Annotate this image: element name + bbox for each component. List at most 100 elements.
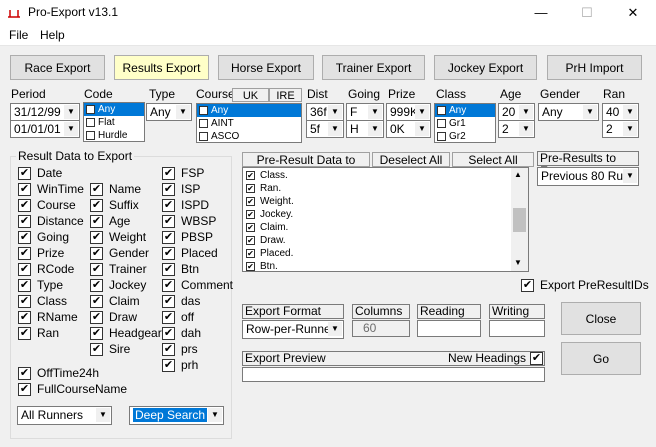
menu-file[interactable]: File: [9, 28, 28, 42]
result-field-checkbox[interactable]: ✔ OffTime24h: [18, 366, 99, 380]
class-item-any[interactable]: Any: [435, 104, 495, 117]
scrollbar[interactable]: ▲ ▼: [511, 168, 528, 271]
gender-select[interactable]: Any ▼: [538, 103, 599, 121]
new-headings-checkbox[interactable]: ✔: [530, 352, 543, 365]
result-field-checkbox[interactable]: ✔ Sire: [90, 342, 130, 356]
course-list[interactable]: Any AINT ASCO: [196, 103, 302, 143]
going-to-select[interactable]: H ▼: [346, 120, 384, 138]
checkbox-icon: [199, 106, 208, 115]
go-button[interactable]: Go: [561, 342, 641, 375]
result-field-checkbox[interactable]: ✔ Course: [18, 198, 76, 212]
pre-result-item[interactable]: ✔ Btn.: [243, 260, 511, 271]
age-from-select[interactable]: 20 ▼: [498, 103, 535, 121]
result-field-checkbox[interactable]: ✔ Date: [18, 166, 62, 180]
course-uk-tab[interactable]: UK: [232, 88, 269, 102]
pre-result-list[interactable]: ✔ Class. ✔ Ran. ✔ Weight. ✔ Jockey. ✔ Claim. ✔ Draw…: [242, 167, 529, 272]
period-from-select[interactable]: 31/12/99 ▼: [10, 103, 80, 121]
result-field-checkbox[interactable]: ✔ off: [162, 310, 194, 324]
result-field-checkbox[interactable]: ✔ Class: [18, 294, 67, 308]
course-item-asco[interactable]: ASCO: [197, 130, 301, 142]
export-format-select[interactable]: Row-per-Runner ▼: [242, 320, 344, 339]
course-ire-tab[interactable]: IRE: [269, 88, 302, 102]
search-mode-select[interactable]: Deep Search ▼: [129, 406, 224, 425]
result-field-checkbox[interactable]: ✔ RName: [18, 310, 78, 324]
jockey-export-button[interactable]: Jockey Export: [434, 55, 537, 80]
horse-export-button[interactable]: Horse Export: [218, 55, 314, 80]
course-item-any[interactable]: Any: [197, 104, 301, 117]
result-field-checkbox[interactable]: ✔ ISPD: [162, 198, 209, 212]
deselect-all-button[interactable]: Deselect All: [372, 152, 450, 167]
result-field-checkbox[interactable]: ✔ Going: [18, 230, 69, 244]
result-field-checkbox[interactable]: ✔ prs: [162, 342, 198, 356]
pre-results-count-select[interactable]: Previous 80 Runs ▼: [537, 167, 639, 186]
dist-from-select[interactable]: 36f ▼: [306, 103, 344, 121]
going-from-select[interactable]: F ▼: [346, 103, 384, 121]
scrollbar-thumb[interactable]: [513, 208, 526, 232]
result-field-checkbox[interactable]: ✔ Age: [90, 214, 130, 228]
result-field-checkbox[interactable]: ✔ Headgear: [90, 326, 162, 340]
result-field-checkbox[interactable]: ✔ das: [162, 294, 200, 308]
trainer-export-button[interactable]: Trainer Export: [322, 55, 425, 80]
result-field-checkbox[interactable]: ✔ WBSP: [162, 214, 216, 228]
pre-result-item[interactable]: ✔ Ran.: [243, 182, 511, 195]
result-field-checkbox[interactable]: ✔ Trainer: [90, 262, 147, 276]
result-field-checkbox[interactable]: ✔ Suffix: [90, 198, 139, 212]
result-field-checkbox[interactable]: ✔ dah: [162, 326, 201, 340]
prh-import-button[interactable]: PrH Import: [547, 55, 642, 80]
result-field-checkbox[interactable]: ✔ RCode: [18, 262, 74, 276]
code-item-flat[interactable]: Flat: [84, 116, 144, 129]
pre-result-item[interactable]: ✔ Jockey.: [243, 208, 511, 221]
class-item-gr1[interactable]: Gr1: [435, 117, 495, 130]
pre-result-item[interactable]: ✔ Claim.: [243, 221, 511, 234]
export-preresultids-checkbox[interactable]: ✔ Export PreResultIDs: [521, 278, 649, 292]
class-list[interactable]: Any Gr1 Gr2: [434, 103, 496, 143]
result-field-checkbox[interactable]: ✔ prh: [162, 358, 198, 372]
menu-help[interactable]: Help: [40, 28, 65, 42]
result-field-checkbox[interactable]: ✔ PBSP: [162, 230, 213, 244]
results-export-button[interactable]: Results Export: [114, 55, 209, 80]
scroll-up-icon[interactable]: ▲: [514, 170, 522, 179]
select-all-button[interactable]: Select All: [452, 152, 534, 167]
result-field-checkbox[interactable]: ✔ Name: [90, 182, 141, 196]
code-list[interactable]: Any Flat Hurdle: [83, 102, 145, 142]
prize-to-select[interactable]: 0K ▼: [386, 120, 431, 138]
result-field-checkbox[interactable]: ✔ WinTime: [18, 182, 84, 196]
result-field-checkbox[interactable]: ✔ Comment: [162, 278, 233, 292]
age-to-select[interactable]: 2 ▼: [498, 120, 535, 138]
pre-result-item[interactable]: ✔ Placed.: [243, 247, 511, 260]
scroll-down-icon[interactable]: ▼: [514, 258, 522, 267]
result-field-checkbox[interactable]: ✔ FullCourseName: [18, 382, 127, 396]
ran-to-select[interactable]: 2 ▼: [602, 120, 639, 138]
minimize-icon[interactable]: —: [518, 0, 564, 25]
result-field-checkbox[interactable]: ✔ Weight: [90, 230, 146, 244]
result-field-checkbox[interactable]: ✔ Placed: [162, 246, 218, 260]
pre-result-item[interactable]: ✔ Weight.: [243, 195, 511, 208]
result-field-checkbox[interactable]: ✔ Jockey: [90, 278, 146, 292]
close-button[interactable]: Close: [561, 302, 641, 335]
result-field-checkbox[interactable]: ✔ ISP: [162, 182, 200, 196]
result-field-checkbox[interactable]: ✔ Claim: [90, 294, 140, 308]
period-to-select[interactable]: 01/01/01 ▼: [10, 120, 80, 138]
type-select[interactable]: Any ▼: [146, 103, 192, 121]
result-field-checkbox[interactable]: ✔ Ran: [18, 326, 59, 340]
dist-to-select[interactable]: 5f ▼: [306, 120, 344, 138]
pre-result-item[interactable]: ✔ Class.: [243, 169, 511, 182]
result-field-checkbox[interactable]: ✔ Gender: [90, 246, 149, 260]
result-field-checkbox[interactable]: ✔ Distance: [18, 214, 84, 228]
prize-from-select[interactable]: 999K ▼: [386, 103, 431, 121]
course-item-aint[interactable]: AINT: [197, 117, 301, 130]
ran-from-select[interactable]: 40 ▼: [602, 103, 639, 121]
runners-select[interactable]: All Runners ▼: [17, 406, 112, 425]
pre-result-item[interactable]: ✔ Draw.: [243, 234, 511, 247]
result-field-checkbox[interactable]: ✔ Type: [18, 278, 63, 292]
result-field-checkbox[interactable]: ✔ Prize: [18, 246, 64, 260]
close-window-icon[interactable]: ✕: [610, 0, 656, 25]
result-field-checkbox[interactable]: ✔ FSP: [162, 166, 204, 180]
code-item-hurdle[interactable]: Hurdle: [84, 129, 144, 141]
result-field-checkbox[interactable]: ✔ Draw: [90, 310, 137, 324]
code-item-any[interactable]: Any: [84, 103, 144, 116]
result-field-checkbox[interactable]: ✔ Btn: [162, 262, 199, 276]
race-export-button[interactable]: Race Export: [10, 55, 105, 80]
class-item-gr2[interactable]: Gr2: [435, 130, 495, 142]
maximize-icon[interactable]: ☐: [564, 0, 610, 25]
